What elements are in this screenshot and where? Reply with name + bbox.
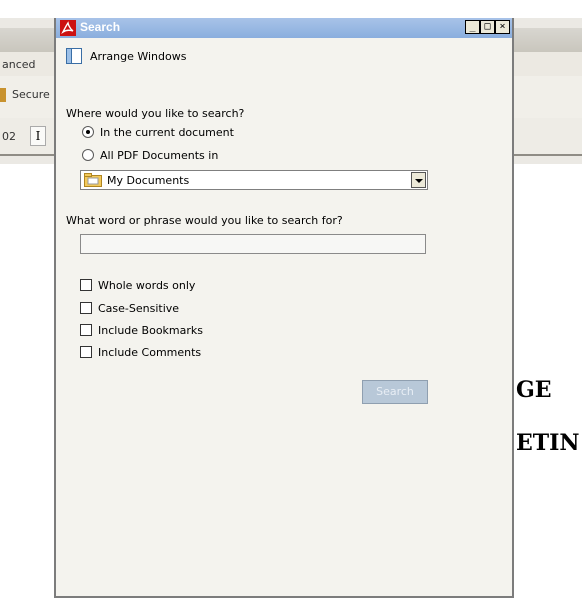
where-question: Where would you like to search? (66, 107, 245, 120)
include-comments-label[interactable]: Include Comments (98, 346, 201, 359)
whole-words-checkbox[interactable] (80, 279, 92, 291)
acrobat-icon (60, 20, 76, 36)
location-value: My Documents (107, 174, 190, 187)
document-text-line: GE (516, 377, 552, 403)
radio-current-label[interactable]: In the current document (100, 126, 234, 139)
arrange-windows-button[interactable]: Arrange Windows (66, 48, 186, 64)
include-comments-checkbox[interactable] (80, 346, 92, 358)
chevron-down-icon[interactable] (411, 172, 426, 188)
document-text-line: ETIN (516, 430, 580, 456)
page-number[interactable]: 02 (2, 130, 16, 143)
phrase-question: What word or phrase would you like to se… (66, 214, 343, 227)
location-dropdown[interactable]: My Documents (80, 170, 428, 190)
dialog-titlebar[interactable]: Search _ □ × (56, 18, 512, 38)
case-sensitive-label[interactable]: Case-Sensitive (98, 302, 179, 315)
search-button[interactable]: Search (362, 380, 428, 404)
radio-current-document[interactable] (82, 126, 94, 138)
maximize-button[interactable]: □ (480, 20, 495, 34)
search-phrase-input[interactable] (80, 234, 426, 254)
arrange-windows-label: Arrange Windows (90, 49, 187, 63)
include-bookmarks-label[interactable]: Include Bookmarks (98, 324, 203, 337)
tab-fragment[interactable]: anced (2, 58, 36, 71)
radio-all-pdf[interactable] (82, 149, 94, 161)
dialog-title: Search (80, 20, 121, 34)
search-dialog: Search _ □ × Arrange Windows Where would… (54, 18, 514, 598)
whole-words-label[interactable]: Whole words only (98, 279, 195, 292)
case-sensitive-checkbox[interactable] (80, 302, 92, 314)
include-bookmarks-checkbox[interactable] (80, 324, 92, 336)
lock-icon[interactable] (0, 88, 6, 102)
minimize-button[interactable]: _ (465, 20, 480, 34)
top-strip (0, 0, 582, 18)
arrange-windows-icon (66, 48, 82, 64)
radio-all-label[interactable]: All PDF Documents in (100, 149, 218, 162)
close-button[interactable]: × (495, 20, 510, 34)
text-cursor-icon[interactable]: I (30, 126, 46, 146)
folder-icon (84, 173, 102, 187)
secure-button[interactable]: Secure (12, 88, 50, 101)
